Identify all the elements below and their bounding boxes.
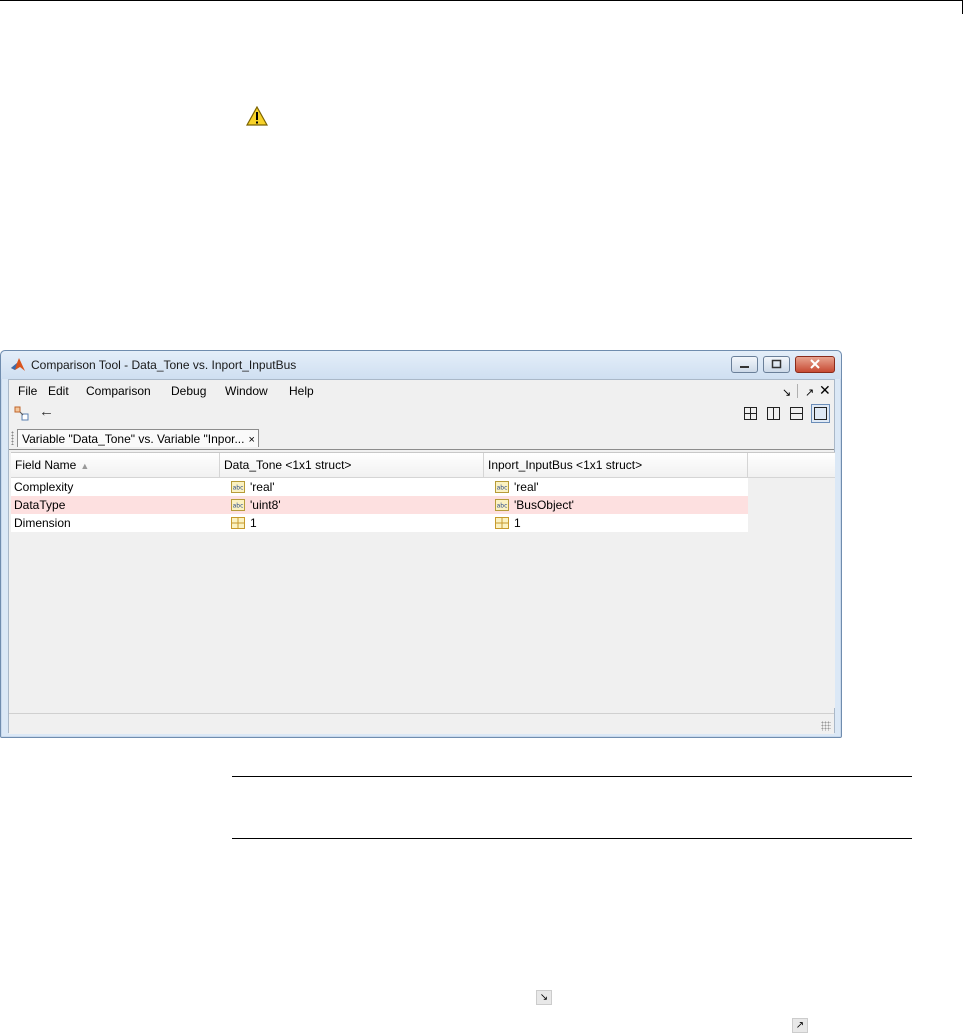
menu-window[interactable]: Window <box>225 384 268 398</box>
tab-label: Variable "Data_Tone" vs. Variable "Inpor… <box>22 432 245 446</box>
left-value-text: 1 <box>250 516 257 530</box>
menu-bar: File Edit Comparison Debug Window Help ↘… <box>9 380 834 402</box>
abc-icon: abc <box>495 481 509 493</box>
resize-grip[interactable] <box>821 721 831 731</box>
field-name-cell: Complexity <box>14 480 74 494</box>
close-document-icon[interactable]: ✕ <box>819 382 831 399</box>
menu-comparison[interactable]: Comparison <box>86 384 151 398</box>
right-value-cell: 1 <box>484 514 521 532</box>
left-value-cell: 1 <box>220 514 257 532</box>
inline-undock-icon: ↘ <box>536 990 552 1005</box>
layout-grid-icon[interactable] <box>743 406 758 421</box>
drag-grip[interactable] <box>11 431 14 445</box>
menu-file[interactable]: File <box>18 384 37 398</box>
minimize-button[interactable] <box>731 356 758 373</box>
left-value-text: 'uint8' <box>250 498 281 512</box>
sort-ascending-icon: ▲ <box>80 461 90 471</box>
table-header: Field Name ▲ Data_Tone <1x1 struct> Inpor… <box>11 453 835 478</box>
right-value-cell: abc 'real' <box>484 478 539 496</box>
note-bottom-rule <box>232 838 912 839</box>
column-header-field-name[interactable]: Field Name ▲ <box>11 453 220 477</box>
column-header-label: Field Name <box>15 458 77 472</box>
menu-help[interactable]: Help <box>289 384 314 398</box>
maximize-icon <box>771 359 782 369</box>
svg-text:abc: abc <box>497 485 508 492</box>
menu-debug[interactable]: Debug <box>171 384 206 398</box>
right-value-text: 'BusObject' <box>514 498 574 512</box>
tab-variable-comparison[interactable]: Variable "Data_Tone" vs. Variable "Inpor… <box>17 429 259 447</box>
table-row[interactable]: Dimension 1 1 <box>11 514 748 532</box>
layout-single-icon[interactable] <box>811 404 830 423</box>
comparison-tool-window: Comparison Tool - Data_Tone vs. Inport_I… <box>0 350 842 738</box>
right-value-text: 'real' <box>514 480 539 494</box>
window-title: Comparison Tool - Data_Tone vs. Inport_I… <box>31 358 297 372</box>
minimize-icon <box>740 366 749 368</box>
close-icon <box>810 359 820 369</box>
table-row[interactable]: Complexity abc 'real' abc 'real' <box>11 478 748 496</box>
title-bar[interactable]: Comparison Tool - Data_Tone vs. Inport_I… <box>1 351 841 379</box>
column-header-left[interactable]: Data_Tone <1x1 struct> <box>220 453 484 477</box>
abc-icon: abc <box>231 499 245 511</box>
field-name-cell: Dimension <box>14 516 71 530</box>
left-value-text: 'real' <box>250 480 275 494</box>
right-value-text: 1 <box>514 516 521 530</box>
field-name-cell: DataType <box>14 498 66 512</box>
maximize-button[interactable] <box>763 356 790 373</box>
menu-edit[interactable]: Edit <box>48 384 69 398</box>
window-client-area: File Edit Comparison Debug Window Help ↘… <box>8 379 835 734</box>
compare-icon[interactable] <box>14 406 30 422</box>
menu-separator <box>797 384 798 398</box>
column-header-right[interactable]: Inport_InputBus <1x1 struct> <box>484 453 748 477</box>
abc-icon: abc <box>231 481 245 493</box>
document-tab-strip: Variable "Data_Tone" vs. Variable "Inpor… <box>9 427 834 450</box>
layout-horizontal-split-icon[interactable] <box>789 406 804 421</box>
left-value-cell: abc 'uint8' <box>220 496 281 514</box>
tab-close-icon[interactable]: × <box>248 434 254 446</box>
svg-text:abc: abc <box>233 485 244 492</box>
abc-icon: abc <box>495 499 509 511</box>
maximize-document-icon[interactable]: ↗ <box>805 386 814 399</box>
status-bar <box>9 713 834 734</box>
comparison-table: Field Name ▲ Data_Tone <1x1 struct> Inpor… <box>11 452 835 708</box>
grid-icon <box>231 517 245 529</box>
svg-text:abc: abc <box>497 503 508 510</box>
column-header-empty <box>748 453 835 477</box>
back-arrow-icon[interactable]: ← <box>39 403 54 420</box>
grid-icon <box>495 517 509 529</box>
matlab-logo-icon <box>11 358 25 371</box>
inline-dock-icon: ↗ <box>792 1018 808 1033</box>
right-value-cell: abc 'BusObject' <box>484 496 574 514</box>
undock-icon[interactable]: ↘ <box>782 386 791 399</box>
toolbar: ← <box>9 402 834 426</box>
close-button[interactable] <box>795 356 835 373</box>
table-row[interactable]: DataType abc 'uint8' abc 'BusObject' <box>11 496 748 514</box>
left-value-cell: abc 'real' <box>220 478 275 496</box>
svg-text:abc: abc <box>233 503 244 510</box>
note-top-rule <box>232 776 912 777</box>
warning-icon <box>246 106 268 126</box>
layout-vertical-split-icon[interactable] <box>766 406 781 421</box>
page-top-rule <box>0 0 963 14</box>
